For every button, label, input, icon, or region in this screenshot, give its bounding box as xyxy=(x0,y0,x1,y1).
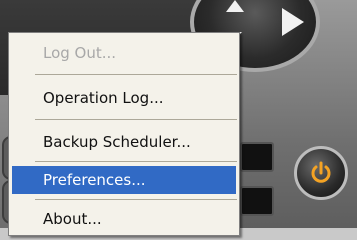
play-arrow-icon[interactable] xyxy=(282,8,304,36)
menu-separator xyxy=(35,74,237,75)
menu-item-backup-scheduler[interactable]: Backup Scheduler... xyxy=(12,128,236,156)
menu-separator xyxy=(35,199,237,200)
menu-item-about[interactable]: About... xyxy=(12,205,236,233)
menu-separator xyxy=(35,161,237,162)
menu-separator xyxy=(35,119,237,120)
display-field xyxy=(240,142,274,172)
context-menu: Log Out... Operation Log... Backup Sched… xyxy=(8,32,240,236)
up-arrow-icon[interactable] xyxy=(226,0,244,12)
power-icon xyxy=(311,161,331,183)
power-button[interactable] xyxy=(294,146,348,200)
display-field xyxy=(240,186,274,216)
menu-item-preferences[interactable]: Preferences... xyxy=(12,166,236,194)
app-window: Log Out... Operation Log... Backup Sched… xyxy=(0,0,357,240)
menu-item-operation-log[interactable]: Operation Log... xyxy=(12,84,236,112)
menu-item-log-out: Log Out... xyxy=(43,44,117,62)
